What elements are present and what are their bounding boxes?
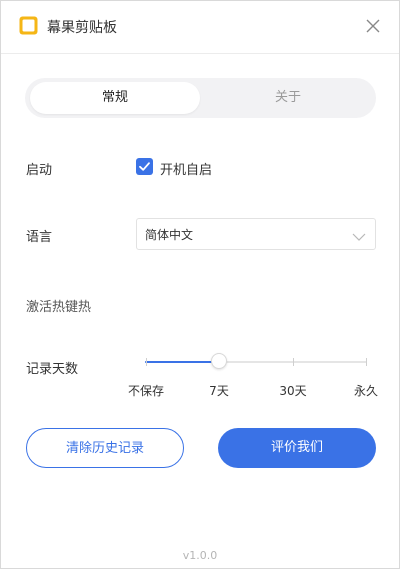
startup-label: 启动 [26,163,53,178]
close-button[interactable] [363,16,383,36]
history-days-slider[interactable] [145,353,367,369]
chevron-down-icon [351,228,367,241]
rate-us-button[interactable]: 评价我们 [218,428,376,468]
language-value: 简体中文 [145,228,194,242]
tab-about[interactable]: 关于 [205,82,371,114]
clear-history-button[interactable]: 清除历史记录 [26,428,184,468]
hotkey-setting[interactable]: 激活热键热 [26,296,91,315]
history-days-label: 记录天数 [26,362,79,377]
slider-tick [366,358,367,366]
language-select[interactable]: 简体中文 [136,218,376,250]
slider-mark-30-days: 30天 [279,384,307,398]
autostart-label[interactable]: 开机自启 [160,159,212,178]
slider-thumb[interactable] [211,353,227,369]
slider-mark-7-days: 7天 [209,384,229,398]
slider-tick [146,358,147,366]
settings-window: 幕果剪贴板 常规 关于 启动 开机自启 语言 简体中文 激活热键热 记录天数 不… [0,0,400,569]
clipboard-app-icon [19,16,38,35]
slider-mark-no-save: 不保存 [127,384,165,398]
tab-general[interactable]: 常规 [30,82,200,114]
check-icon [139,162,150,171]
autostart-checkbox[interactable] [136,158,153,175]
slider-tick [293,358,294,366]
settings-tabs: 常规 关于 [25,78,376,118]
slider-fill [145,361,219,363]
app-title: 幕果剪贴板 [47,20,117,36]
close-icon [366,19,380,33]
version-label: v1.0.0 [182,549,218,562]
slider-mark-forever: 永久 [353,384,379,398]
title-bar: 幕果剪贴板 [1,1,399,54]
language-label: 语言 [26,230,53,245]
